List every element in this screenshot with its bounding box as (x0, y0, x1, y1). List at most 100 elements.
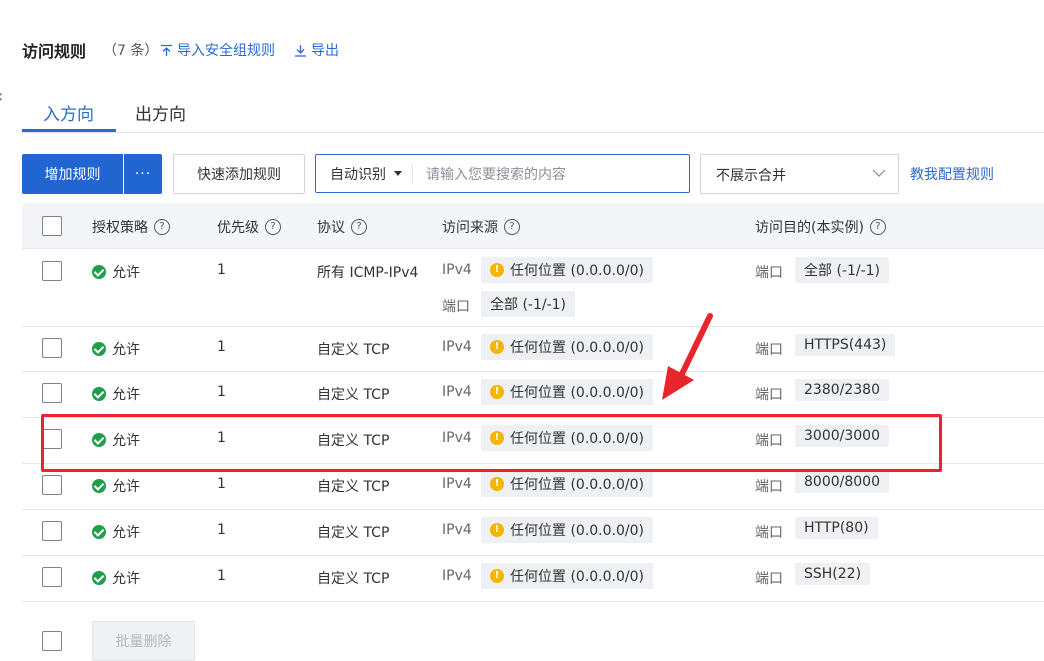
column-label-priority: 优先级 (217, 220, 259, 236)
column-label-protocol: 协议 (317, 220, 345, 236)
check-circle-icon (92, 387, 106, 401)
collapse-left-icon[interactable]: ‹ (0, 86, 10, 108)
row-checkbox[interactable] (42, 338, 62, 358)
source-port-value: 全部 (-1/-1) (490, 297, 567, 313)
search-mode-label: 自动识别 (330, 166, 386, 183)
tab-outbound[interactable]: 出方向 (135, 100, 186, 125)
help-icon[interactable]: ? (265, 219, 281, 235)
batch-delete-button[interactable]: 批量删除 (92, 621, 195, 661)
row-checkbox[interactable] (42, 521, 62, 541)
row-checkbox[interactable] (42, 261, 62, 281)
source-value: 任何位置 (0.0.0.0/0) (510, 385, 644, 401)
dest-port-value: 8000/8000 (804, 474, 880, 490)
source-tag: ! 任何位置 (0.0.0.0/0) (481, 563, 653, 589)
footer-select-all-checkbox[interactable] (42, 631, 62, 651)
ip-version: IPv4 (442, 384, 472, 400)
column-header-policy: 授权策略? (92, 217, 170, 237)
priority-value: 1 (217, 476, 226, 492)
check-circle-icon (92, 265, 106, 279)
source-value: 任何位置 (0.0.0.0/0) (510, 263, 644, 279)
warning-icon: ! (490, 477, 504, 491)
chevron-down-icon (872, 169, 886, 177)
dest-port-tag: HTTPS(443) (795, 334, 896, 356)
config-help-link[interactable]: 教我配置规则 (910, 164, 994, 184)
help-icon[interactable]: ? (869, 219, 886, 235)
source-port-tag: 全部 (-1/-1) (481, 291, 576, 317)
ip-version: IPv4 (442, 568, 472, 584)
select-all-checkbox[interactable] (42, 216, 62, 236)
column-header-destination: 访问目的(本实例)? (755, 217, 886, 237)
check-circle-icon (92, 342, 106, 356)
policy-value: 允许 (112, 525, 140, 541)
annotation-arrow-icon (662, 313, 713, 400)
check-circle-icon (92, 525, 106, 539)
tab-inbound[interactable]: 入方向 (43, 100, 94, 125)
table-header: 授权策略? 优先级? 协议? 访问来源? 访问目的(本实例)? (22, 203, 1044, 249)
dest-port-label: 端口 (755, 571, 783, 587)
priority-value: 1 (217, 262, 226, 278)
warning-icon: ! (490, 263, 504, 277)
help-icon[interactable]: ? (351, 219, 367, 235)
table-row: 允许 1 自定义 TCP IPv4 ! 任何位置 (0.0.0.0/0) 端口 SSH(22) (22, 555, 1044, 602)
search-divider (412, 164, 413, 183)
help-icon[interactable]: ? (154, 219, 170, 235)
dest-port-tag: HTTP(80) (795, 517, 878, 539)
tab-divider (22, 132, 1044, 133)
dest-port-label: 端口 (755, 525, 783, 541)
source-tag: ! 任何位置 (0.0.0.0/0) (481, 471, 653, 497)
policy-cell: 允许 (92, 262, 140, 282)
download-icon (295, 44, 306, 57)
dest-port-tag: SSH(22) (795, 563, 871, 585)
warning-icon: ! (490, 569, 504, 583)
add-rule-button[interactable]: 增加规则 (22, 154, 123, 194)
policy-value: 允许 (112, 571, 140, 587)
ip-version: IPv4 (442, 339, 472, 355)
rule-count: （7 条） (103, 43, 159, 59)
dest-port-label: 端口 (755, 265, 783, 281)
help-icon[interactable]: ? (504, 219, 520, 235)
warning-icon: ! (490, 385, 504, 399)
dest-port-value: HTTPS(443) (804, 337, 887, 353)
search-input[interactable] (424, 159, 683, 190)
table-row: 允许 1 自定义 TCP IPv4! 任何位置 (0.0.0.0/0) 端口 2380/23… (22, 371, 1044, 418)
check-circle-icon (92, 571, 106, 585)
export-label: 导出 (311, 43, 339, 59)
row-checkbox[interactable] (42, 383, 62, 403)
priority-value: 1 (217, 568, 226, 584)
dest-port-value: 2380/2380 (804, 382, 880, 398)
column-header-source: 访问来源? (442, 217, 520, 237)
dest-port-value: 全部 (-1/-1) (804, 263, 881, 279)
more-actions-button[interactable]: ··· (124, 154, 162, 194)
quick-add-rule-button[interactable]: 快速添加规则 (173, 154, 305, 194)
merge-display-select[interactable]: 不展示合并 (700, 154, 899, 194)
dest-port-label: 端口 (755, 479, 783, 495)
export-link[interactable]: 导出 (294, 40, 339, 60)
policy-cell: 允许 (92, 568, 140, 588)
merge-display-value: 不展示合并 (716, 168, 786, 184)
source-tag: ! 任何位置 (0.0.0.0/0) (481, 517, 653, 543)
caret-down-icon (394, 171, 402, 176)
dest-port-tag: 8000/8000 (795, 471, 889, 493)
priority-value: 1 (217, 522, 226, 538)
import-rules-link[interactable]: 导入安全组规则 (160, 40, 275, 60)
dest-port-value: SSH(22) (804, 566, 862, 582)
policy-value: 允许 (112, 342, 140, 358)
table-row: 允许 1 自定义 TCP IPv4! 任何位置 (0.0.0.0/0) 端口 HTTP(80… (22, 509, 1044, 556)
search-mode-dropdown[interactable]: 自动识别 (330, 155, 402, 192)
source-value: 任何位置 (0.0.0.0/0) (510, 477, 644, 493)
source-value: 任何位置 (0.0.0.0/0) (510, 340, 644, 356)
protocol-value: 自定义 TCP (317, 571, 390, 587)
protocol-value: 自定义 TCP (317, 387, 390, 403)
column-header-protocol: 协议? (317, 217, 367, 237)
dest-port-value: HTTP(80) (804, 520, 869, 536)
column-label-destination: 访问目的(本实例) (755, 220, 864, 236)
row-checkbox[interactable] (42, 475, 62, 495)
dest-port-label: 端口 (755, 387, 783, 403)
ip-version: IPv4 (442, 522, 472, 538)
policy-cell: 允许 (92, 384, 140, 404)
column-label-policy: 授权策略 (92, 220, 148, 236)
highlight-annotation-box (41, 414, 942, 472)
table-row: 允许 1 所有 ICMP-IPv4 IPv4! 任何位置 (0.0.0.0/0) 端口 全部… (22, 249, 1044, 327)
table-row: 允许 1 自定义 TCP IPv4! 任何位置 (0.0.0.0/0) 端口 HTTPS(4… (22, 326, 1044, 372)
row-checkbox[interactable] (42, 567, 62, 587)
